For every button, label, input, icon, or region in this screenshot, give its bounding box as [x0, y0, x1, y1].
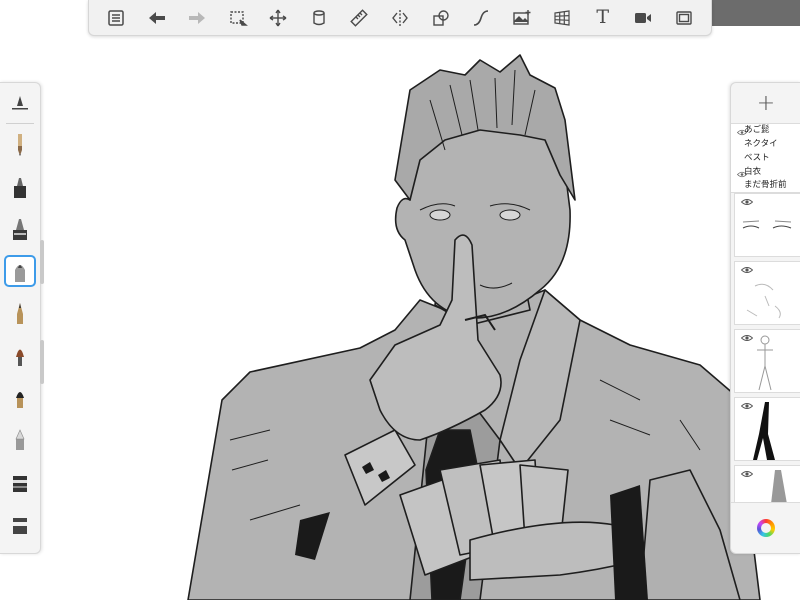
- fullscreen-icon[interactable]: [669, 3, 699, 33]
- paintbrush-icon[interactable]: [4, 339, 36, 371]
- airbrush-icon[interactable]: [4, 255, 36, 287]
- ruler-icon[interactable]: [344, 3, 374, 33]
- layer-preview-eyes: [742, 220, 792, 229]
- brush-panel-handle-bottom[interactable]: [40, 340, 44, 384]
- layer-name: 白衣: [744, 167, 762, 177]
- smudge-icon[interactable]: [4, 465, 36, 497]
- color-wheel-icon: [757, 519, 775, 537]
- time-lapse-icon[interactable]: [628, 3, 658, 33]
- color-picker-button[interactable]: [731, 502, 800, 553]
- layer-name: ネクタイ: [744, 139, 778, 149]
- selection-icon[interactable]: [223, 3, 253, 33]
- brush-divider: [6, 123, 34, 124]
- ink-pen-icon[interactable]: [4, 297, 36, 329]
- transform-move-icon[interactable]: [263, 3, 293, 33]
- layer-name: ベスト: [744, 153, 770, 163]
- layer-preview-figure: [757, 335, 773, 391]
- fineliner-icon[interactable]: [4, 213, 36, 245]
- drawing-canvas[interactable]: [0, 26, 800, 600]
- add-layer-button[interactable]: +: [731, 83, 800, 123]
- redo-icon[interactable]: [182, 3, 212, 33]
- artwork: [187, 54, 761, 600]
- text-tool-glyph: T: [596, 6, 610, 28]
- undo-icon[interactable]: [142, 3, 172, 33]
- layer-group-names[interactable]: あご髭 ネクタイ ベスト 白衣 まだ骨折前: [731, 123, 800, 193]
- layer-gray-shape-thumbnail[interactable]: [734, 465, 800, 503]
- symmetry-icon[interactable]: [385, 3, 415, 33]
- layer-preview-sketch: [746, 283, 781, 319]
- stroke-curve-icon[interactable]: [466, 3, 496, 33]
- fill-icon[interactable]: [304, 3, 334, 33]
- eye-icon[interactable]: [741, 266, 753, 274]
- add-image-icon[interactable]: [507, 3, 537, 33]
- layer-panel: + あご髭 ネクタイ ベスト 白衣 まだ骨折前: [730, 82, 800, 554]
- eraser-icon[interactable]: [4, 507, 36, 539]
- layer-name: まだ骨折前: [744, 180, 787, 190]
- status-bar-left: [0, 0, 96, 26]
- layer-name: あご髭: [744, 125, 770, 135]
- main-toolbar: T: [88, 0, 712, 36]
- layer-preview-black: [753, 402, 775, 460]
- eye-icon[interactable]: [741, 198, 753, 206]
- marker-icon[interactable]: [4, 171, 36, 203]
- brush-panel-handle-top[interactable]: [40, 240, 44, 284]
- perspective-grid-icon[interactable]: [547, 3, 577, 33]
- layer-sketch-thumbnail[interactable]: [734, 261, 800, 325]
- layer-preview-gray: [771, 470, 787, 502]
- brush-size-slider-icon[interactable]: [4, 87, 36, 119]
- layer-black-shape-thumbnail[interactable]: [734, 397, 800, 461]
- shape-icon[interactable]: [426, 3, 456, 33]
- layer-eyes-thumbnail[interactable]: [734, 193, 800, 257]
- menu-list-icon[interactable]: [101, 3, 131, 33]
- soft-eraser-icon[interactable]: [4, 423, 36, 455]
- brush-palette: [0, 82, 41, 554]
- pencil-icon[interactable]: [4, 129, 36, 161]
- text-icon[interactable]: T: [588, 3, 618, 33]
- chisel-brush-icon[interactable]: [4, 381, 36, 413]
- layer-figure-thumbnail[interactable]: [734, 329, 800, 393]
